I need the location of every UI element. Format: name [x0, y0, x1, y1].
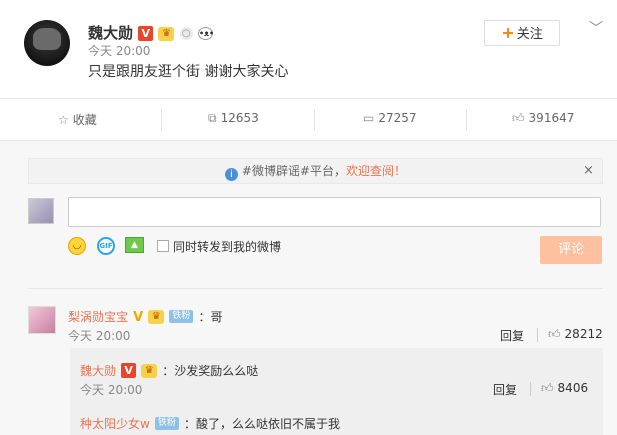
- reply-like-count: 8406: [557, 381, 589, 395]
- gif-icon[interactable]: GIF: [97, 237, 115, 255]
- comment-time: 今天 20:00: [68, 329, 131, 343]
- repost-checkbox[interactable]: [157, 240, 169, 252]
- my-avatar: [28, 198, 54, 224]
- iron-fan-badge: 铁粉: [154, 417, 179, 430]
- thumbs-up-icon: 👍︎: [548, 327, 561, 341]
- favorite-button[interactable]: ☆ 收藏: [58, 111, 97, 128]
- divider: [28, 288, 603, 289]
- favorite-label: 收藏: [72, 113, 97, 127]
- iron-fan-badge: 铁粉: [169, 310, 194, 323]
- comment-line: 梨涡勋宝宝 V ♛ 铁粉 ：哥: [68, 306, 222, 325]
- divider: [0, 98, 617, 99]
- yellow-v-icon: V: [133, 310, 144, 325]
- comment-input[interactable]: [68, 197, 601, 227]
- panda-icon: •ᴥ•: [197, 27, 215, 40]
- comment-text: ：哥: [198, 310, 223, 324]
- follow-label: 关注: [516, 27, 543, 42]
- like-count: 391647: [528, 111, 575, 125]
- reply-line: 魏大勋 V ♛ ：沙发奖励么么哒: [80, 360, 258, 379]
- thumbs-up-icon: 👍︎: [541, 381, 554, 395]
- info-icon: i: [224, 168, 238, 181]
- reply-time: 今天 20:00: [80, 383, 143, 397]
- author-avatar[interactable]: [24, 20, 70, 66]
- reply-text: ：酸了，么么哒依旧不属于我: [184, 417, 341, 431]
- close-icon[interactable]: ×: [583, 163, 594, 178]
- repost-icon: ⧉: [208, 111, 217, 125]
- reply-line: 种太阳少女w 铁粉 ：酸了，么么哒依旧不属于我: [80, 413, 340, 432]
- notice-link[interactable]: 欢迎查阅！: [346, 164, 406, 178]
- emoji-icon[interactable]: ◡: [68, 237, 86, 255]
- rumor-notice-bar: i #微博辟谣#平台，欢迎查阅！: [28, 158, 603, 184]
- divider: [466, 109, 467, 131]
- commenter-avatar[interactable]: [28, 306, 56, 334]
- notice-text: #微博辟谣#平台，: [241, 164, 347, 178]
- comment-like-button[interactable]: 👍︎ 28212: [548, 327, 603, 342]
- comment-like-count: 28212: [564, 327, 603, 341]
- ring-icon: ○: [179, 27, 193, 40]
- comment-button[interactable]: ▭ 27257: [363, 111, 417, 125]
- reply-author-name[interactable]: 种太阳少女w: [80, 417, 150, 431]
- comment-icon: ▭: [363, 111, 375, 125]
- post-text: 只是跟朋友逛个街 谢谢大家关心: [88, 64, 289, 80]
- reply-author-name[interactable]: 魏大勋: [80, 364, 116, 378]
- fan-club-icon: ♛: [158, 26, 175, 41]
- author-name[interactable]: 魏大勋: [88, 24, 133, 42]
- chevron-down-icon[interactable]: ﹀: [589, 18, 603, 38]
- repost-button[interactable]: ⧉ 12653: [208, 111, 259, 126]
- post-time[interactable]: 今天 20:00: [88, 42, 150, 59]
- image-icon[interactable]: ▲: [125, 237, 144, 253]
- divider: [530, 382, 531, 396]
- like-button[interactable]: 👍︎ 391647: [512, 111, 574, 126]
- repost-checkbox-label[interactable]: 同时转发到我的微博: [173, 238, 281, 255]
- divider: [537, 328, 538, 342]
- fan-club-icon: ♛: [141, 363, 158, 378]
- submit-comment-button[interactable]: 评论: [540, 236, 602, 264]
- thumbs-up-icon: 👍︎: [512, 111, 525, 125]
- star-icon: ☆: [58, 113, 69, 127]
- plus-icon: +: [501, 23, 515, 42]
- repost-count: 12653: [220, 111, 259, 125]
- commenter-name[interactable]: 梨涡勋宝宝: [68, 310, 128, 324]
- reply-button[interactable]: 回复: [493, 381, 517, 398]
- divider: [161, 109, 162, 131]
- divider: [314, 109, 315, 131]
- author-name-row: 魏大勋 V ♛ ○ •ᴥ•: [88, 22, 215, 43]
- reply-like-button[interactable]: 👍︎ 8406: [541, 381, 588, 396]
- verified-badge-icon: V: [121, 363, 137, 378]
- follow-button[interactable]: + 关注: [484, 20, 560, 46]
- reply-button[interactable]: 回复: [500, 327, 524, 344]
- comment-count: 27257: [378, 111, 417, 125]
- reply-text: ：沙发奖励么么哒: [162, 364, 259, 378]
- verified-badge-icon: V: [138, 26, 154, 41]
- fan-club-icon: ♛: [148, 309, 165, 324]
